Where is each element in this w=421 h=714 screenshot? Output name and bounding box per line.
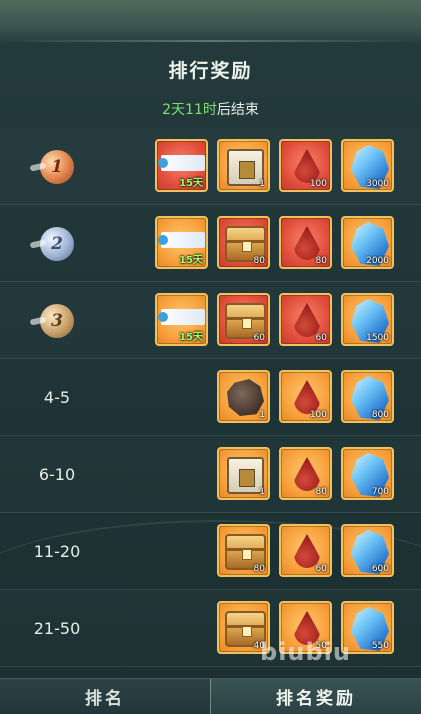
reward-item-slot[interactable]: 1 <box>217 447 270 500</box>
reward-item-slot[interactable]: 1 <box>217 370 270 423</box>
item-count: 80 <box>253 256 265 266</box>
reward-item-slot[interactable]: 100 <box>279 370 332 423</box>
item-count: 3000 <box>366 179 389 189</box>
item-count: 60 <box>253 333 265 343</box>
rank-range-label: 6-10 <box>38 464 76 484</box>
blood-drop-icon <box>294 534 320 568</box>
reward-item-slot[interactable]: 60 <box>217 293 270 346</box>
rank-range-label: 11-20 <box>33 541 81 561</box>
item-count: 1 <box>259 179 265 189</box>
reward-row: 6-10 1 80 700 <box>0 436 421 513</box>
item-count: 100 <box>309 179 327 189</box>
reward-item-slot[interactable]: 80 <box>279 447 332 500</box>
item-count: 100 <box>309 410 327 420</box>
reward-item-slot[interactable]: 60 <box>279 524 332 577</box>
blood-drop-icon <box>294 303 320 337</box>
reward-row: 3 15天 60 60 1500 <box>0 282 421 359</box>
reward-item-slot[interactable]: 1500 <box>341 293 394 346</box>
item-count: 60 <box>315 564 327 574</box>
item-count: 800 <box>371 410 389 420</box>
tab-ranking[interactable]: 排名 <box>0 679 210 714</box>
blood-drop-icon <box>294 457 320 491</box>
rank-medal-silver: 2 <box>40 227 74 261</box>
page-title: 排行奖励 <box>168 60 253 82</box>
item-count: 80 <box>253 564 265 574</box>
reward-item-slot[interactable]: 80 <box>217 524 270 577</box>
reward-item-slot[interactable]: 800 <box>341 370 394 423</box>
item-count: 60 <box>315 333 327 343</box>
reward-items: 1 100 800 <box>217 370 394 423</box>
rank-number: 1 <box>51 157 63 177</box>
reward-item-slot[interactable]: 2000 <box>341 216 394 269</box>
reward-item-slot[interactable]: 60 <box>279 293 332 346</box>
title-scroll-icon <box>158 155 205 171</box>
item-count: 700 <box>371 487 389 497</box>
rank-medal-bronze: 3 <box>40 304 74 338</box>
blood-drop-icon <box>294 226 320 260</box>
reward-items: 15天 80 80 2000 <box>155 216 394 269</box>
reward-items: 15天 60 60 1500 <box>155 293 394 346</box>
reward-item-slot[interactable]: 15天 <box>155 216 208 269</box>
item-count: 1 <box>259 487 265 497</box>
tab-ranking-rewards[interactable]: 排名奖励 <box>210 679 421 714</box>
reward-list: 1 15天 1 100 3000 2 15天 80 80 2000 3 15天 60 60 1500 4-5 1… <box>0 128 421 667</box>
reward-row: 1 15天 1 100 3000 <box>0 128 421 205</box>
countdown-suffix: 后结束 <box>216 102 259 118</box>
reward-items: 1 80 700 <box>217 447 394 500</box>
title-scroll-icon <box>158 309 205 325</box>
item-count: 15天 <box>179 255 203 266</box>
bottom-tab-bar: 排名 排名奖励 <box>0 678 421 714</box>
blood-drop-icon <box>294 149 320 183</box>
ranking-rewards-screen: 排行奖励 2天11时后结束 1 15天 1 100 3000 2 15天 80 80 2000 3 1… <box>0 0 421 714</box>
reward-row: 11-20 80 60 600 <box>0 513 421 590</box>
reward-item-slot[interactable]: 15天 <box>155 139 208 192</box>
reward-items: 15天 1 100 3000 <box>155 139 394 192</box>
watermark: biubiu <box>260 638 351 666</box>
reward-row: 21-50 40 50 550 <box>0 590 421 667</box>
rank-range-label: 4-5 <box>43 387 71 407</box>
reward-item-slot[interactable]: 3000 <box>341 139 394 192</box>
item-count: 80 <box>315 256 327 266</box>
blood-drop-icon <box>294 380 320 414</box>
item-count: 550 <box>371 641 389 651</box>
reward-row: 4-5 1 100 800 <box>0 359 421 436</box>
reward-item-slot[interactable]: 1 <box>217 139 270 192</box>
item-count: 1 <box>259 410 265 420</box>
reward-item-slot[interactable]: 80 <box>279 216 332 269</box>
countdown: 2天11时后结束 <box>0 99 421 119</box>
item-count: 15天 <box>179 178 203 189</box>
reward-item-slot[interactable]: 600 <box>341 524 394 577</box>
rank-number: 2 <box>51 234 63 254</box>
reward-row: 2 15天 80 80 2000 <box>0 205 421 282</box>
countdown-time: 2天11时 <box>162 102 217 118</box>
rank-number: 3 <box>51 311 63 331</box>
reward-item-slot[interactable]: 700 <box>341 447 394 500</box>
item-count: 600 <box>371 564 389 574</box>
top-decoration <box>0 0 421 44</box>
item-count: 80 <box>315 487 327 497</box>
item-count: 2000 <box>366 256 389 266</box>
rank-range-label: 21-50 <box>33 618 81 638</box>
rank-medal-gold: 1 <box>40 150 74 184</box>
reward-item-slot[interactable]: 100 <box>279 139 332 192</box>
reward-item-slot[interactable]: 80 <box>217 216 270 269</box>
title-scroll-icon <box>158 232 205 248</box>
item-count: 15天 <box>179 332 203 343</box>
item-count: 1500 <box>366 333 389 343</box>
reward-item-slot[interactable]: 15天 <box>155 293 208 346</box>
reward-items: 80 60 600 <box>217 524 394 577</box>
